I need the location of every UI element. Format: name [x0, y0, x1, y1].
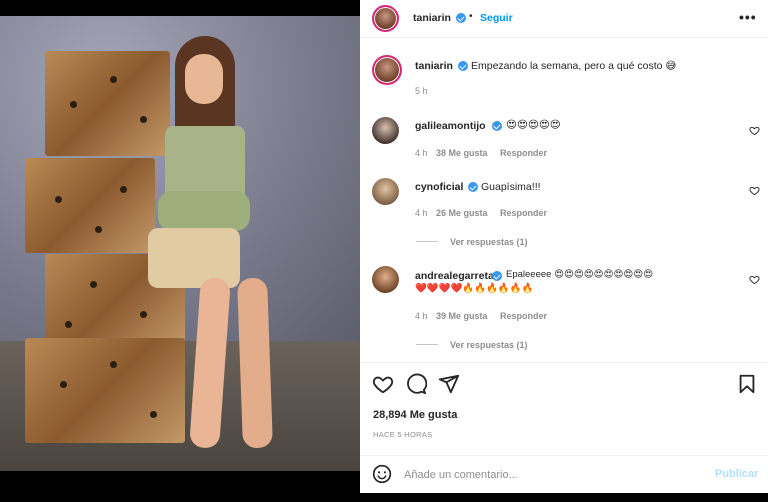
- comment-text-line2: ❤️❤️❤️❤️🔥🔥🔥🔥🔥🔥: [415, 283, 534, 294]
- comment-time[interactable]: 4 h: [415, 148, 428, 158]
- verified-icon: [456, 13, 466, 23]
- add-comment-bar: Publicar: [360, 455, 768, 493]
- more-options-icon[interactable]: •••: [739, 9, 757, 25]
- comment-text: 😍😍😍😍😍: [506, 119, 561, 131]
- photo-hole: [95, 226, 102, 233]
- view-replies-button[interactable]: Ver respuestas (1): [450, 237, 528, 247]
- photo-hole: [110, 361, 117, 368]
- author-avatar[interactable]: [372, 5, 399, 32]
- publish-button[interactable]: Publicar: [715, 468, 758, 480]
- comment-text: Epaleeeee 😍😍😍😍😍😍😍😍😍😍: [506, 269, 654, 280]
- photo-hole: [140, 311, 147, 318]
- photo-hole: [120, 186, 127, 193]
- photo-hole: [60, 381, 67, 388]
- posted-time[interactable]: HACE 5 HORAS: [373, 430, 432, 439]
- photo-hole: [70, 101, 77, 108]
- comment-username[interactable]: cynoficial: [415, 181, 463, 193]
- post-header: taniarin • Seguir •••: [360, 0, 768, 38]
- caption-text: Empezando la semana, pero a qué costo 😅: [471, 60, 677, 72]
- photo-hole: [65, 321, 72, 328]
- share-icon[interactable]: [438, 373, 460, 395]
- header-separator: •: [469, 11, 473, 22]
- photo-hole: [90, 281, 97, 288]
- verified-icon: [458, 61, 468, 71]
- photo-person-face: [185, 54, 223, 104]
- comment-likes[interactable]: 39 Me gusta: [436, 311, 488, 321]
- comment-time[interactable]: 4 h: [415, 311, 428, 321]
- photo-hole: [140, 116, 147, 123]
- comment-reply-button[interactable]: Responder: [500, 208, 547, 218]
- photo-person-feathers: [158, 191, 250, 231]
- verified-icon: [492, 271, 502, 281]
- comment-username[interactable]: andrealegarreta: [415, 270, 494, 282]
- verified-icon: [492, 121, 502, 131]
- view-replies-button[interactable]: Ver respuestas (1): [450, 340, 528, 350]
- heart-icon[interactable]: [372, 373, 394, 395]
- caption-username[interactable]: taniarin: [415, 60, 453, 72]
- comment-text: Guapísima!!!: [481, 181, 541, 193]
- bookmark-icon[interactable]: [736, 373, 758, 395]
- replies-divider: [416, 241, 438, 242]
- comment-avatar[interactable]: [372, 266, 399, 293]
- photo-box-1: [45, 51, 170, 156]
- comment-likes[interactable]: 38 Me gusta: [436, 148, 488, 158]
- photo-hole: [110, 76, 117, 83]
- caption-avatar[interactable]: [372, 55, 402, 85]
- comment-like-icon[interactable]: [749, 185, 760, 196]
- comment-likes[interactable]: 26 Me gusta: [436, 208, 488, 218]
- photo-person-leg: [237, 277, 273, 449]
- comment-avatar[interactable]: [372, 178, 399, 205]
- comment-time[interactable]: 4 h: [415, 208, 428, 218]
- comment-icon[interactable]: [405, 373, 427, 395]
- follow-button[interactable]: Seguir: [480, 12, 513, 24]
- comment-like-icon[interactable]: [749, 125, 760, 136]
- comment-reply-button[interactable]: Responder: [500, 148, 547, 158]
- likes-count[interactable]: 28,894 Me gusta: [373, 409, 457, 421]
- emoji-icon[interactable]: [372, 464, 392, 484]
- photo-box-4: [25, 338, 185, 443]
- comment-username[interactable]: galileamontijo: [415, 120, 486, 132]
- author-username[interactable]: taniarin: [413, 12, 451, 24]
- post-side-panel: taniarin • Seguir ••• taniarin Empezando…: [360, 0, 768, 493]
- comment-like-icon[interactable]: [749, 274, 760, 285]
- post-photo[interactable]: [0, 16, 360, 471]
- photo-person-skirt: [148, 228, 240, 288]
- caption-time[interactable]: 5 h: [415, 86, 428, 96]
- photo-hole: [55, 196, 62, 203]
- photo-box-2: [25, 158, 155, 253]
- replies-divider: [416, 344, 438, 345]
- verified-icon: [468, 182, 478, 192]
- comment-reply-button[interactable]: Responder: [500, 311, 547, 321]
- comment-avatar[interactable]: [372, 117, 399, 144]
- post-media: [0, 0, 360, 493]
- photo-hole: [150, 411, 157, 418]
- comment-input[interactable]: [404, 467, 704, 483]
